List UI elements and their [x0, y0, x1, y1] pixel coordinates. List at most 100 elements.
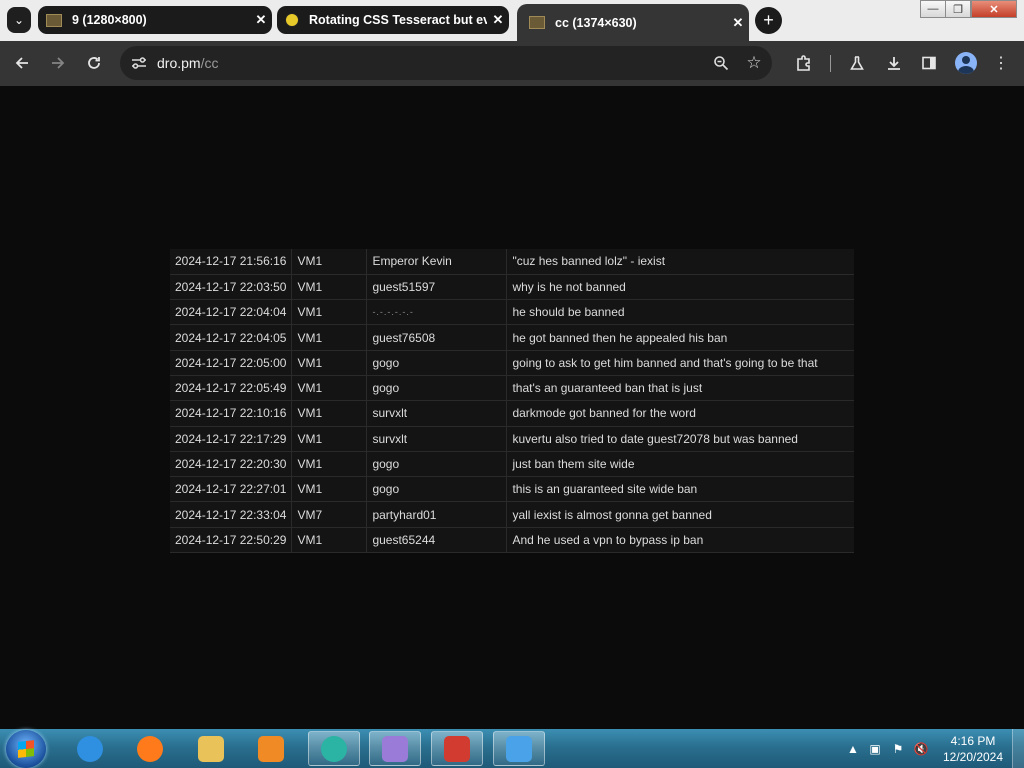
message-cell: "cuz hes banned lolz" - iexist — [506, 249, 854, 275]
table-row: 2024-12-17 22:10:16 VM1 survxlt darkmode go… — [170, 400, 854, 427]
tab-title: cc (1374×630) — [555, 15, 637, 30]
timestamp-cell: 2024-12-17 22:03:50 — [170, 274, 292, 301]
restore-button[interactable]: ❐ — [945, 0, 971, 18]
table-row: 2024-12-17 22:50:29 VM1 guest65244 And he u… — [170, 527, 854, 554]
volume-muted-icon[interactable]: 🔇 — [913, 741, 929, 757]
show-desktop-button[interactable] — [1012, 729, 1024, 768]
tab-3-active[interactable]: cc (1374×630) ✕ — [517, 4, 749, 41]
start-button[interactable] — [6, 730, 46, 768]
tray-overflow-icon[interactable]: ▲ — [845, 741, 861, 757]
clock-date: 12/20/2024 — [942, 750, 1004, 764]
taskbar-app-active-app[interactable] — [308, 731, 360, 766]
message-cell: that's an guaranteed ban that is just — [506, 375, 854, 402]
back-button[interactable] — [11, 52, 33, 74]
vm-cell: VM1 — [291, 527, 367, 554]
message-cell: he should be banned — [506, 299, 854, 326]
table-row: 2024-12-17 22:20:30 VM1 gogo just ban them … — [170, 451, 854, 478]
extensions-icon[interactable] — [793, 52, 815, 74]
message-cell: And he used a vpn to bypass ip ban — [506, 527, 854, 554]
username-cell: gogo — [366, 350, 507, 376]
username-cell: guest51597 — [366, 274, 507, 301]
close-icon[interactable]: ✕ — [487, 12, 509, 28]
close-icon[interactable]: ✕ — [250, 12, 272, 28]
tab-title: Rotating CSS Tesseract but eve — [309, 13, 487, 27]
taskbar-app-internet-explorer[interactable] — [64, 731, 116, 766]
vm-cell: VM1 — [291, 350, 367, 376]
windows-logo-icon — [18, 740, 34, 758]
table-row: 2024-12-17 21:56:16 VM1 Emperor Kevin "cuz … — [170, 249, 854, 275]
side-panel-icon[interactable] — [918, 52, 940, 74]
vm-cell: VM1 — [291, 375, 367, 402]
firefox-icon — [137, 735, 163, 762]
download-icon[interactable] — [883, 52, 905, 74]
username-cell: gogo — [366, 476, 507, 503]
address-bar[interactable]: dro.pm/cc ☆ — [120, 46, 772, 80]
tab-search-button[interactable]: ⌄ — [7, 7, 31, 33]
reload-button[interactable] — [83, 52, 105, 74]
windows-app-icon — [506, 735, 532, 762]
tab-1[interactable]: 9 (1280×800) ✕ — [38, 6, 272, 34]
labs-flask-icon[interactable] — [846, 52, 868, 74]
forward-button[interactable] — [47, 52, 69, 74]
taskbar-app-firefox[interactable] — [124, 731, 176, 766]
taskbar-app-paint[interactable] — [369, 731, 421, 766]
taskbar-app-file-explorer[interactable] — [185, 731, 237, 766]
username-cell: Emperor Kevin — [366, 249, 507, 275]
action-center-flag-icon[interactable]: ⚑ — [890, 741, 906, 757]
close-icon: ✕ — [989, 3, 999, 16]
timestamp-cell: 2024-12-17 22:05:49 — [170, 375, 292, 402]
vm-cell: VM1 — [291, 426, 367, 452]
active-app-icon — [321, 735, 347, 762]
more-menu-icon[interactable]: ⋮ — [990, 52, 1012, 74]
page-content: 2024-12-17 21:56:16 VM1 Emperor Kevin "cuz … — [0, 86, 1024, 729]
site-settings-icon[interactable] — [129, 53, 149, 73]
table-row: 2024-12-17 22:04:04 VM1 -.-.-.-.-.- he shou… — [170, 299, 854, 326]
zoom-icon[interactable] — [710, 52, 732, 74]
timestamp-cell: 2024-12-17 22:10:16 — [170, 400, 292, 427]
bookmark-star-icon[interactable]: ☆ — [743, 52, 765, 74]
message-cell: kuvertu also tried to date guest72078 bu… — [506, 426, 854, 452]
clock-time: 4:16 PM — [950, 734, 996, 748]
minimize-button[interactable]: — — [920, 0, 946, 18]
message-cell: he got banned then he appealed his ban — [506, 324, 854, 351]
timestamp-cell: 2024-12-17 22:17:29 — [170, 426, 292, 452]
username-cell: gogo — [366, 375, 507, 402]
table-row: 2024-12-17 22:33:04 VM7 partyhard01 yall ie… — [170, 501, 854, 528]
username-cell: partyhard01 — [366, 501, 507, 528]
profile-avatar[interactable] — [955, 52, 977, 74]
message-cell: just ban them site wide — [506, 451, 854, 478]
vm-cell: VM1 — [291, 324, 367, 351]
clock[interactable]: 4:16 PM 12/20/2024 — [938, 733, 1008, 765]
chat-log-table: 2024-12-17 21:56:16 VM1 Emperor Kevin "cuz … — [170, 249, 854, 554]
taskbar-app-toolbox[interactable] — [431, 731, 483, 766]
network-icon[interactable]: ▣ — [867, 741, 883, 757]
url-text[interactable]: dro.pm/cc — [157, 55, 218, 71]
timestamp-cell: 2024-12-17 22:05:00 — [170, 350, 292, 376]
table-row: 2024-12-17 22:17:29 VM1 survxlt kuvertu als… — [170, 426, 854, 452]
taskbar: ▲ ▣ ⚑ 🔇 4:16 PM 12/20/2024 — [0, 729, 1024, 768]
file-explorer-icon — [198, 735, 224, 762]
message-cell: why is he not banned — [506, 274, 854, 301]
new-tab-button[interactable]: + — [755, 7, 782, 34]
paint-icon — [382, 735, 408, 762]
vm-cell: VM1 — [291, 274, 367, 301]
table-row: 2024-12-17 22:04:05 VM1 guest76508 he got b… — [170, 324, 854, 351]
timestamp-cell: 2024-12-17 22:27:01 — [170, 476, 292, 503]
vm-cell: VM1 — [291, 299, 367, 326]
tab-2[interactable]: Rotating CSS Tesseract but eve ✕ — [277, 6, 509, 34]
minimize-icon: — — [927, 3, 939, 15]
taskbar-app-media-player[interactable] — [245, 731, 297, 766]
window-close-button[interactable]: ✕ — [971, 0, 1017, 18]
url-path: /cc — [200, 55, 219, 71]
timestamp-cell: 2024-12-17 21:56:16 — [170, 249, 292, 275]
table-row: 2024-12-17 22:05:00 VM1 gogo going to ask t… — [170, 350, 854, 376]
taskbar-app-windows-app[interactable] — [493, 731, 545, 766]
tab-favicon — [285, 13, 299, 27]
tab-title: 9 (1280×800) — [72, 13, 147, 27]
close-icon[interactable]: ✕ — [727, 15, 749, 31]
reload-icon — [88, 57, 100, 69]
tab-favicon — [46, 13, 62, 27]
username-cell: survxlt — [366, 400, 507, 427]
message-cell: this is an guaranteed site wide ban — [506, 476, 854, 503]
vm-cell: VM1 — [291, 451, 367, 478]
